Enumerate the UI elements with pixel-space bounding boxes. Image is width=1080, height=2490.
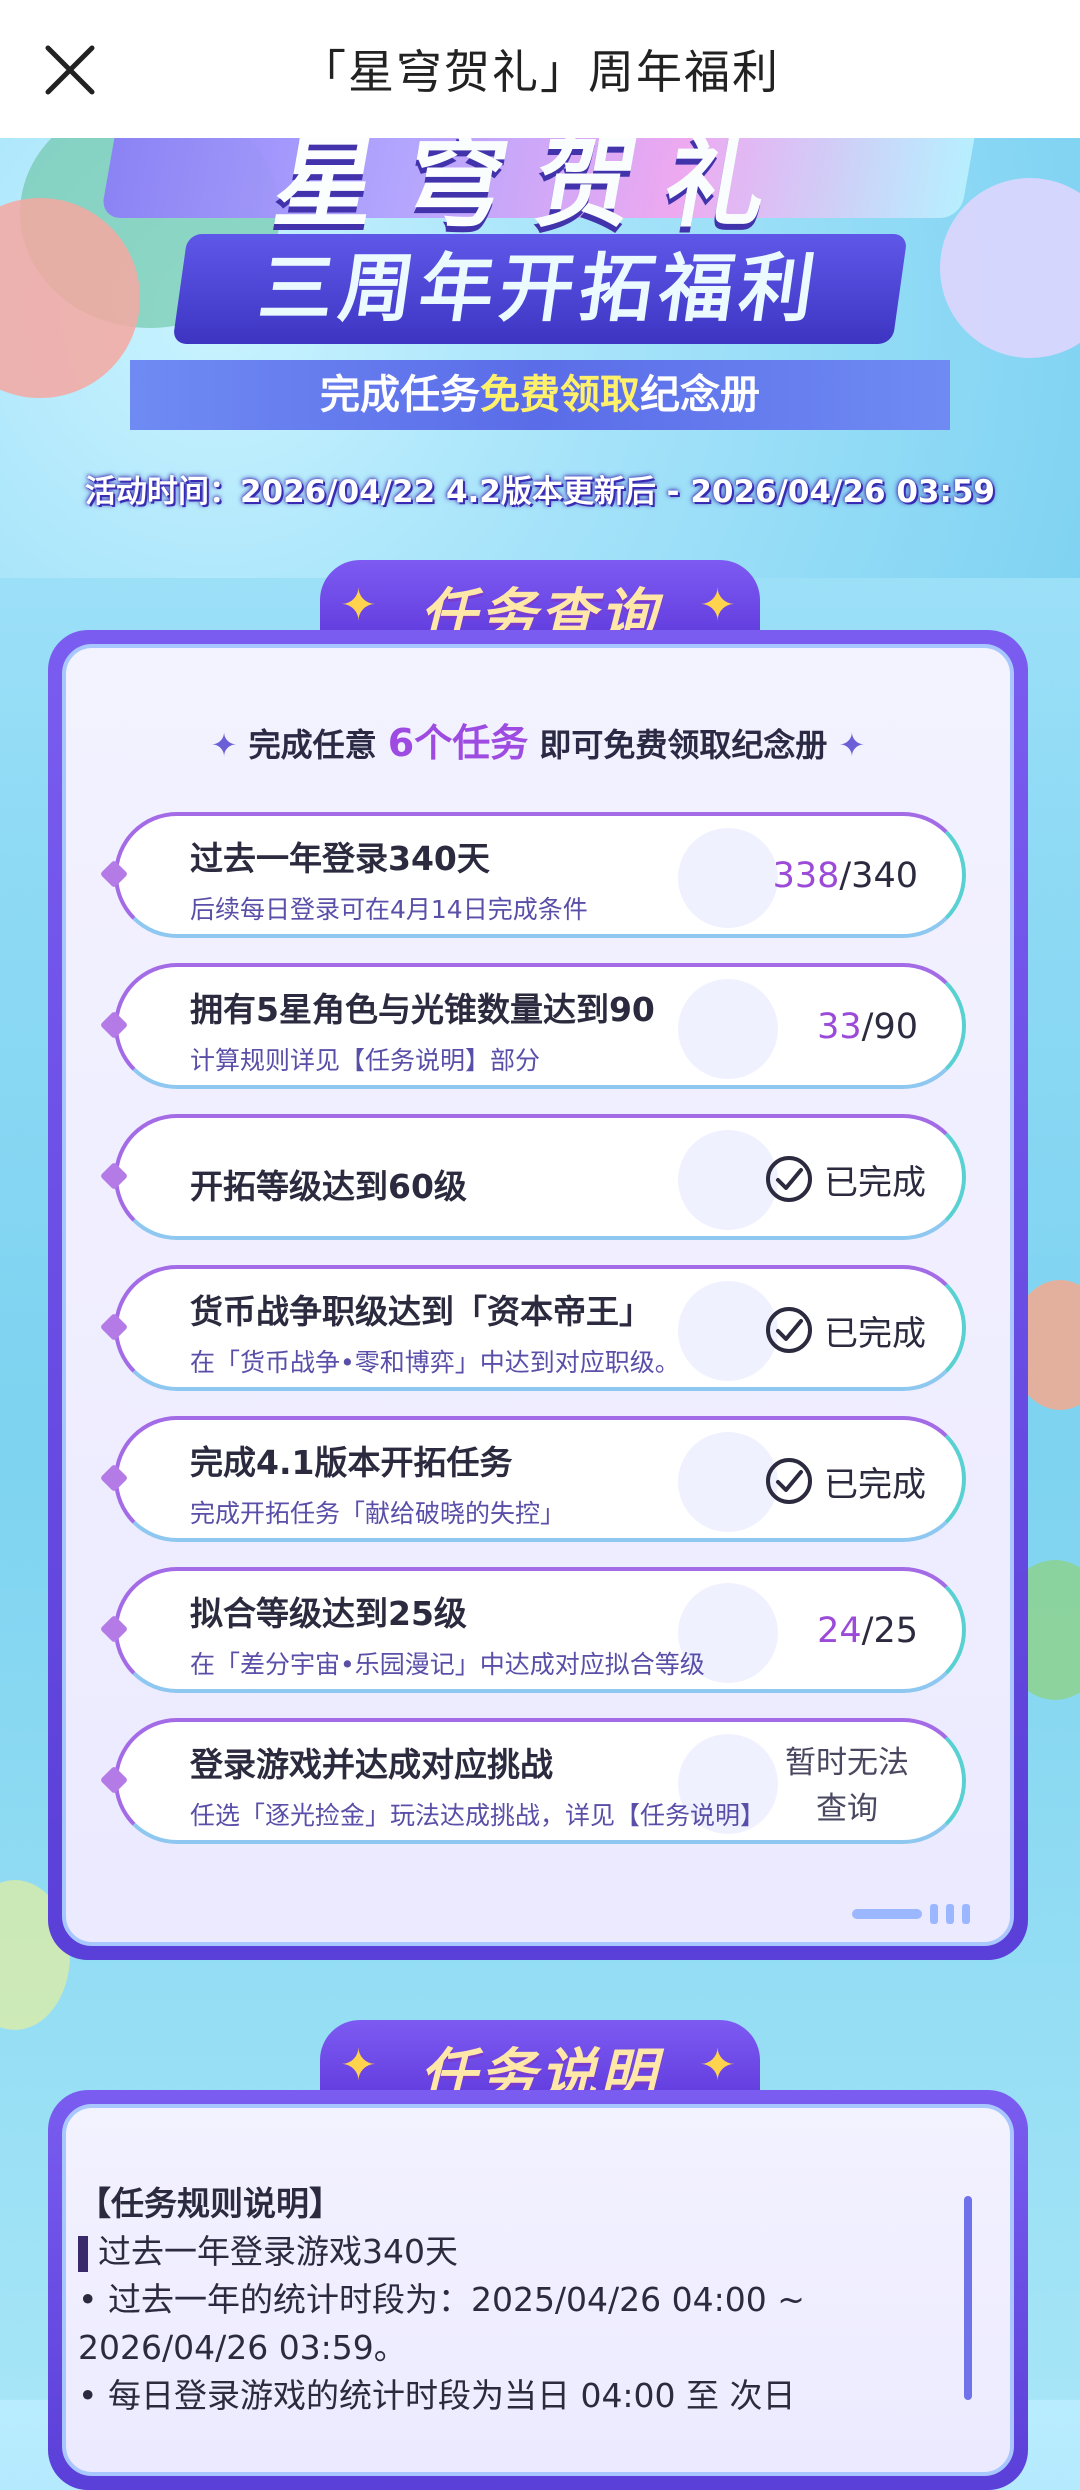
watermark-emblem <box>678 979 778 1079</box>
ribbon-suffix: 纪念册 <box>640 372 760 418</box>
sparkle-icon: ✦ <box>340 580 377 631</box>
rule-line: 2026/04/26 03:59。 <box>78 2328 407 2367</box>
sparkle-icon: ✦ <box>340 2040 377 2091</box>
task-desc: 任选「逐光捡金」玩法达成挑战，详见【任务说明】 <box>190 1801 766 1830</box>
task-item: 登录游戏并达成对应挑战 任选「逐光捡金」玩法达成挑战，详见【任务说明】 暂时无法… <box>99 1718 966 1844</box>
page-title: 「星穹贺礼」周年福利 <box>300 45 780 99</box>
diamond-icon: ✦ <box>210 726 238 764</box>
top-bar: 「星穹贺礼」周年福利 <box>0 0 1080 138</box>
task-query-panel: ✦ 完成任意 6个任务 即可免费领取纪念册 ✦ 过去一年登录340天 后续每日登… <box>48 630 1028 1960</box>
nib-icon <box>99 1312 129 1342</box>
decor-pill <box>852 1909 922 1919</box>
nib-icon <box>99 859 129 889</box>
status-label: 已完成 <box>824 1313 926 1354</box>
nib-icon <box>99 1463 129 1493</box>
progress-total: /90 <box>861 1007 918 1047</box>
watermark-emblem <box>678 828 778 928</box>
task-desc: 计算规则详见【任务说明】部分 <box>190 1046 541 1075</box>
task-desc: 完成开拓任务「献给破晓的失控」 <box>190 1499 566 1528</box>
sparkle-icon: ✦ <box>699 580 736 631</box>
task-title: 拟合等级达到25级 <box>190 1594 467 1633</box>
nib-icon <box>99 1161 129 1191</box>
decor-bar <box>946 1904 954 1924</box>
check-circle-icon <box>766 1458 812 1504</box>
watermark-emblem <box>678 1281 778 1381</box>
banner-ribbon: 完成任务免费领取纪念册 <box>130 360 950 430</box>
scrollbar[interactable] <box>964 2196 972 2400</box>
sparkle-icon: ✦ <box>699 2040 736 2091</box>
event-banner: 星穹贺礼 三周年开拓福利 完成任务免费领取纪念册 活动时间：2026/04/22… <box>0 138 1080 578</box>
task-item: 开拓等级达到60级 已完成 <box>99 1114 966 1240</box>
task-desc: 在「货币战争•零和博弈」中达到对应职级。 <box>190 1348 680 1377</box>
check-circle-icon <box>766 1307 812 1353</box>
activity-time: 活动时间：2026/04/22 4.2版本更新后 - 2026/04/26 03… <box>84 474 996 510</box>
watermark-emblem <box>678 1432 778 1532</box>
diamond-icon: ✦ <box>838 726 866 764</box>
task-status-completed: 已完成 <box>764 1456 926 1506</box>
task-query-panel-inner: ✦ 完成任意 6个任务 即可免费领取纪念册 ✦ 过去一年登录340天 后续每日登… <box>62 644 1014 1946</box>
task-title: 完成4.1版本开拓任务 <box>190 1443 513 1482</box>
rule-line: • 每日登录游戏的统计时段为当日 04:00 至 次日 <box>78 2376 796 2415</box>
watermark-emblem <box>678 1130 778 1230</box>
task-desc: 在「差分宇宙•乐园漫记」中达成对应拟合等级 <box>190 1650 705 1679</box>
decor-bar <box>962 1904 970 1924</box>
rules-title: 【任务规则说明】 <box>78 2184 342 2223</box>
status-line: 查询 <box>816 1791 878 1827</box>
task-hint: ✦ 完成任意 6个任务 即可免费领取纪念册 ✦ <box>66 712 1010 767</box>
hint-suffix: 即可免费领取纪念册 <box>539 726 828 764</box>
task-item: 完成4.1版本开拓任务 完成开拓任务「献给破晓的失控」 已完成 <box>99 1416 966 1542</box>
task-progress: 338/340 <box>773 856 918 896</box>
hint-emphasis: 6个任务 <box>387 721 529 765</box>
task-desc: 后续每日登录可在4月14日完成条件 <box>190 895 588 924</box>
banner-subheadline: 三周年开拓福利 <box>172 234 908 344</box>
task-item: 过去一年登录340天 后续每日登录可在4月14日完成条件 338/340 <box>99 812 966 938</box>
progress-current: 33 <box>817 1007 862 1047</box>
task-item: 拟合等级达到25级 在「差分宇宙•乐园漫记」中达成对应拟合等级 24/25 <box>99 1567 966 1693</box>
progress-total: /25 <box>861 1611 918 1651</box>
check-circle-icon <box>766 1156 812 1202</box>
task-title: 过去一年登录340天 <box>190 839 490 878</box>
nib-icon <box>99 1010 129 1040</box>
task-item: 拥有5星角色与光锥数量达到90 计算规则详见【任务说明】部分 33/90 <box>99 963 966 1089</box>
task-title: 货币战争职级达到「资本帝王」 <box>190 1292 652 1331</box>
status-label: 已完成 <box>824 1464 926 1505</box>
task-status-completed: 已完成 <box>764 1305 926 1355</box>
task-title: 拥有5星角色与光锥数量达到90 <box>190 990 655 1029</box>
rule-bar <box>78 2235 88 2272</box>
ribbon-prefix: 完成任务 <box>320 372 480 418</box>
ribbon-highlight: 免费领取 <box>480 372 640 418</box>
rule-item-text: 过去一年登录游戏340天 <box>98 2232 458 2271</box>
rule-item-title: 过去一年登录游戏340天 <box>78 2228 928 2276</box>
task-item: 货币战争职级达到「资本帝王」 在「货币战争•零和博弈」中达到对应职级。 已完成 <box>99 1265 966 1391</box>
hint-prefix: 完成任意 <box>248 726 377 764</box>
progress-total: /340 <box>839 856 918 896</box>
progress-current: 24 <box>817 1611 862 1651</box>
rules-text: 【任务规则说明】 过去一年登录游戏340天 • 过去一年的统计时段为：2025/… <box>78 2180 928 2420</box>
task-title: 开拓等级达到60级 <box>190 1167 467 1206</box>
banner-headline: 星穹贺礼 <box>100 138 980 241</box>
panel-footer-decor <box>852 1904 970 1924</box>
task-title: 登录游戏并达成对应挑战 <box>190 1745 553 1784</box>
decor-bar <box>930 1904 938 1924</box>
rule-line: • 过去一年的统计时段为：2025/04/26 04:00 ~ <box>78 2280 805 2319</box>
close-icon[interactable] <box>40 40 100 100</box>
task-status-unavailable: 暂时无法 查询 <box>772 1740 922 1832</box>
nib-icon <box>99 1765 129 1795</box>
progress-current: 338 <box>772 856 840 896</box>
task-progress: 24/25 <box>817 1611 918 1651</box>
status-label: 已完成 <box>824 1162 926 1203</box>
task-status-completed: 已完成 <box>764 1154 926 1204</box>
status-line: 暂时无法 <box>785 1745 909 1781</box>
task-progress: 33/90 <box>817 1007 918 1047</box>
nib-icon <box>99 1614 129 1644</box>
